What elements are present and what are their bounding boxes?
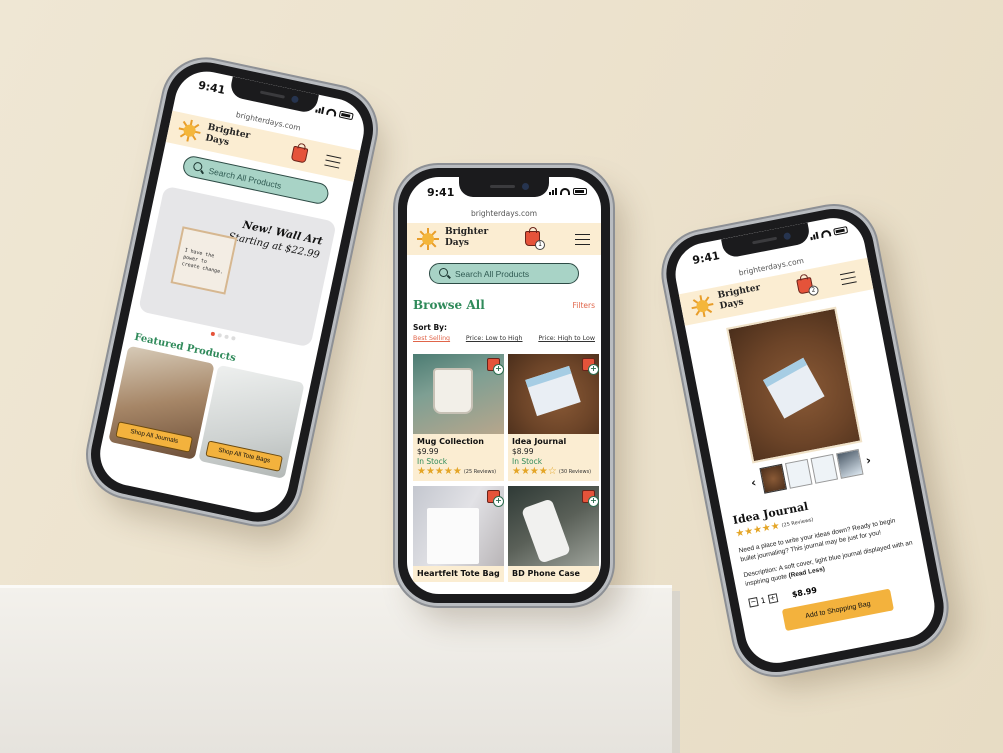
product-name[interactable]: Idea Journal — [512, 437, 595, 446]
status-time: 9:41 — [196, 78, 227, 98]
product-image[interactable] — [413, 354, 504, 434]
product-image[interactable] — [508, 354, 599, 434]
shelf — [0, 588, 672, 753]
add-to-bag-icon[interactable] — [487, 358, 504, 375]
status-icons — [549, 188, 587, 195]
wifi-icon — [820, 229, 832, 239]
product-price: $9.99 — [417, 447, 439, 456]
decrease-quantity-button[interactable]: − — [748, 597, 759, 608]
hamburger-menu-icon[interactable] — [839, 271, 857, 286]
thumbnail[interactable] — [835, 449, 864, 479]
product-grid: Mug Collection $9.99 In Stock ★★★★★(25 R… — [413, 354, 599, 582]
battery-icon — [833, 226, 849, 236]
add-to-bag-icon[interactable] — [487, 490, 504, 507]
review-count[interactable]: (25 Reviews) — [464, 469, 496, 475]
chevron-left-icon[interactable]: ‹ — [747, 475, 759, 491]
search-icon — [192, 161, 204, 172]
status-time: 9:41 — [427, 186, 455, 199]
product-image[interactable] — [508, 486, 599, 566]
search-icon — [439, 268, 448, 277]
notch — [459, 177, 549, 197]
browse-header: Browse All Filters — [407, 296, 601, 320]
signal-icon — [549, 188, 557, 195]
product-name[interactable]: Mug Collection — [417, 437, 500, 446]
hamburger-menu-icon[interactable] — [324, 154, 342, 169]
quantity-value: 1 — [759, 595, 767, 606]
product-card[interactable]: BD Phone Case — [508, 486, 599, 582]
star-rating: ★★★★★ (25 Reviews) — [417, 467, 500, 477]
product-price: $8.99 — [791, 585, 818, 600]
chevron-right-icon[interactable]: › — [862, 452, 874, 468]
thumbnail[interactable] — [810, 453, 838, 484]
shopping-bag-icon[interactable] — [290, 145, 309, 164]
battery-icon — [338, 110, 354, 121]
filters-link[interactable]: Filters — [573, 301, 595, 310]
phone-browse: 9:41 brighterdays.com BrighterDays 1 Bro… — [398, 168, 610, 603]
wifi-icon — [325, 107, 338, 117]
sort-options: Best Selling Price: Low to High Price: H… — [413, 335, 595, 342]
product-card[interactable]: Mug Collection $9.99 In Stock ★★★★★(25 R… — [413, 354, 504, 481]
star-icon: ★★★★☆ — [512, 466, 557, 477]
featured-journals-card[interactable]: Shop All Journals — [108, 345, 215, 460]
thumbnail[interactable] — [784, 458, 813, 489]
cart-count-badge: 1 — [535, 240, 545, 250]
status-icons — [810, 226, 849, 241]
brand-name[interactable]: Brighter Days — [717, 283, 764, 313]
status-time: 9:41 — [691, 249, 721, 268]
site-header: Brighter Days 1 — [407, 223, 601, 255]
sort-best-selling[interactable]: Best Selling — [413, 335, 450, 342]
shop-totes-button[interactable]: Shop All Tote Bags — [205, 440, 283, 472]
star-icon: ★★★★★ — [417, 466, 462, 477]
add-to-bag-icon[interactable] — [582, 490, 599, 507]
product-card[interactable]: Idea Journal $8.99 In Stock ★★★★☆(30 Rev… — [508, 354, 599, 481]
product-card[interactable]: Heartfelt Tote Bag — [413, 486, 504, 582]
battery-icon — [573, 188, 587, 195]
product-name[interactable]: BD Phone Case — [512, 569, 595, 578]
url-bar[interactable]: brighterdays.com — [407, 207, 601, 223]
sort-price-low-high[interactable]: Price: Low to High — [466, 335, 523, 342]
shelf-side — [672, 591, 680, 753]
review-count[interactable]: (25 Reviews) — [781, 517, 814, 529]
brand-name[interactable]: Brighter Days — [204, 122, 251, 153]
search-bar[interactable] — [429, 263, 579, 284]
browse-screen: 9:41 brighterdays.com BrighterDays 1 Bro… — [407, 177, 601, 594]
sun-logo-icon[interactable] — [417, 228, 439, 250]
browse-title: Browse All — [413, 298, 485, 312]
sun-logo-icon[interactable] — [690, 293, 716, 319]
sun-logo-icon[interactable] — [177, 118, 203, 144]
cart-count-badge: 2 — [807, 284, 820, 297]
product-image[interactable] — [413, 486, 504, 566]
star-rating: ★★★★☆ (30 Reviews) — [512, 467, 595, 477]
signal-icon — [315, 106, 325, 115]
signal-icon — [810, 231, 819, 241]
hamburger-menu-icon[interactable] — [575, 234, 590, 245]
stock-status: In Stock — [417, 457, 448, 466]
product-name[interactable]: Heartfelt Tote Bag — [417, 569, 500, 578]
thumbnail[interactable] — [758, 463, 787, 494]
status-icons — [315, 106, 354, 121]
add-to-bag-icon[interactable] — [582, 358, 599, 375]
sort-by-label: Sort By: — [413, 323, 448, 332]
stock-status: In Stock — [512, 457, 543, 466]
review-count[interactable]: (30 Reviews) — [559, 469, 591, 475]
shopping-bag-icon[interactable]: 2 — [796, 276, 820, 297]
shop-journals-button[interactable]: Shop All Journals — [115, 421, 193, 453]
product-price: $8.99 — [512, 447, 534, 456]
wifi-icon — [560, 188, 570, 195]
shopping-bag-icon[interactable]: 1 — [525, 227, 545, 250]
wall-art-image: I have the power to create change. — [170, 226, 238, 295]
sort-price-high-low[interactable]: Price: High to Low — [538, 335, 595, 342]
featured-totes-card[interactable]: Shop All Tote Bags — [198, 364, 305, 479]
brand-name[interactable]: Brighter Days — [445, 227, 488, 249]
product-main-image[interactable] — [726, 306, 863, 464]
search-input[interactable] — [455, 267, 570, 280]
increase-quantity-button[interactable]: + — [767, 593, 779, 604]
